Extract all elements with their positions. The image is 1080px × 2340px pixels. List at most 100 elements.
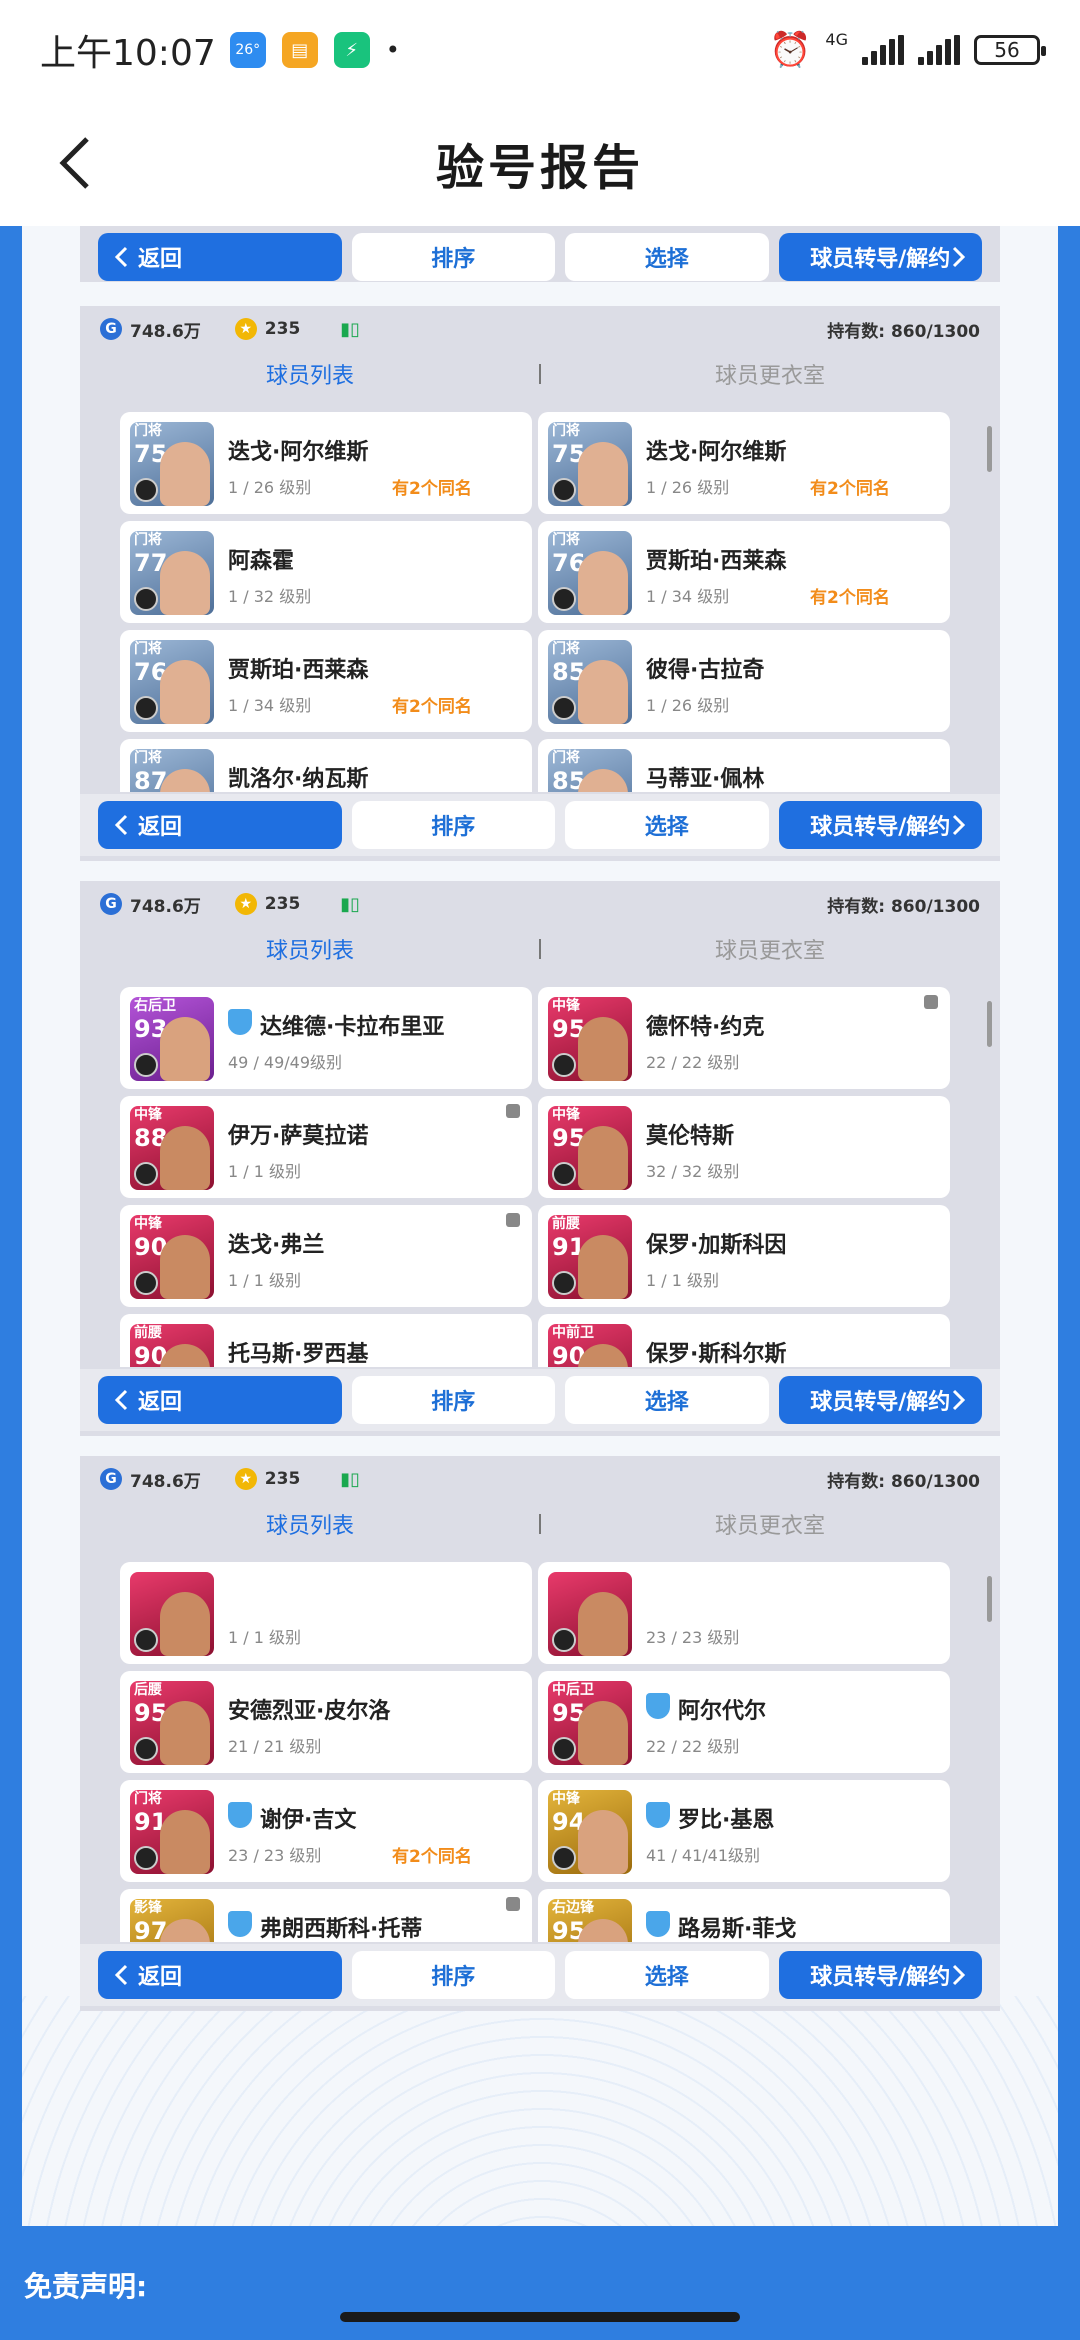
player-position: 右边锋 xyxy=(552,1900,594,1916)
player-position: 中锋 xyxy=(134,1107,162,1123)
player-portrait xyxy=(160,1592,210,1656)
tab-locker-room[interactable]: 球员更衣室 xyxy=(540,1508,1000,1540)
sort-button-1[interactable]: 排序 xyxy=(351,233,555,281)
transfer-button[interactable]: 球员转导/解约 xyxy=(778,1951,982,1999)
gp-icon: G xyxy=(100,1468,122,1490)
player-card[interactable]: 门将 76 贾斯珀·西莱森 1 / 34 级别 有2个同名 xyxy=(538,521,950,623)
chevron-left-icon xyxy=(59,137,89,189)
player-level: 49 / 49/49级别 xyxy=(228,1053,343,1072)
transfer-button[interactable]: 球员转导/解约 xyxy=(778,801,982,849)
player-card[interactable]: 门将 85 彼得·古拉奇 1 / 26 级别 xyxy=(538,630,950,732)
action-button-row: 返回 排序 选择 球员转导/解约 xyxy=(80,1944,1000,2006)
player-name: 弗朗西斯科·托蒂 xyxy=(260,1917,423,1942)
nav-bar: 验号报告 xyxy=(0,100,1080,226)
player-portrait xyxy=(578,442,628,506)
tab-player-list[interactable]: 球员列表 xyxy=(80,358,540,390)
player-name: 莫伦特斯 xyxy=(646,1124,735,1149)
player-card[interactable]: 中锋 95 莫伦特斯 32 / 32 级别 xyxy=(538,1096,950,1198)
sort-button[interactable]: 排序 xyxy=(351,1376,555,1424)
player-name: 迭戈·阿尔维斯 xyxy=(228,440,369,465)
player-card[interactable]: 前腰 90 托马斯·罗西基 xyxy=(120,1314,532,1367)
select-button[interactable]: 选择 xyxy=(565,801,769,849)
player-face: 前腰 90 xyxy=(130,1324,214,1367)
player-portrait xyxy=(160,769,210,792)
chevron-left-icon xyxy=(114,1389,128,1411)
player-card[interactable]: 门将 87 凯洛尔·纳瓦斯 xyxy=(120,739,532,792)
player-portrait xyxy=(578,769,628,792)
player-level: 1 / 26 级别 xyxy=(228,478,312,497)
player-level: 1 / 1 级别 xyxy=(228,1271,302,1290)
player-level: 23 / 23 级别 xyxy=(646,1628,740,1647)
player-card[interactable]: 中后卫 95 阿尔代尔 22 / 22 级别 xyxy=(538,1671,950,1773)
player-position: 中前卫 xyxy=(552,1325,594,1341)
player-card[interactable]: 1 / 1 级别 xyxy=(120,1562,532,1664)
select-button[interactable]: 选择 xyxy=(565,1951,769,1999)
notes-app-icon: ▤ xyxy=(281,32,318,68)
player-card[interactable]: 门将 75 迭戈·阿尔维斯 1 / 26 级别 有2个同名 xyxy=(538,412,950,514)
player-card[interactable]: 中锋 95 德怀特·约克 22 / 22 级别 xyxy=(538,987,950,1089)
sort-button[interactable]: 排序 xyxy=(351,801,555,849)
player-card[interactable]: 中前卫 90 保罗·斯科尔斯 xyxy=(538,1314,950,1367)
transfer-button-1[interactable]: 球员转导/解约 xyxy=(778,233,982,281)
select-button[interactable]: 选择 xyxy=(565,1376,769,1424)
player-card[interactable]: 右后卫 93 达维德·卡拉布里亚 49 / 49/49级别 xyxy=(120,987,532,1089)
player-card[interactable]: 中锋 94 罗比·基恩 41 / 41/41级别 xyxy=(538,1780,950,1882)
player-card[interactable]: 中锋 88 伊万·萨莫拉诺 1 / 1 级别 xyxy=(120,1096,532,1198)
list-scrollbar[interactable] xyxy=(987,1576,992,1622)
player-name: 托马斯·罗西基 xyxy=(228,1342,369,1367)
player-face xyxy=(130,1572,214,1656)
player-name: 达维德·卡拉布里亚 xyxy=(260,1015,445,1040)
tab-divider xyxy=(539,1514,541,1534)
player-name: 保罗·加斯科因 xyxy=(646,1233,787,1258)
player-card[interactable]: 门将 77 阿森霍 1 / 32 级别 xyxy=(120,521,532,623)
player-card[interactable]: 门将 76 贾斯珀·西莱森 1 / 34 级别 有2个同名 xyxy=(120,630,532,732)
player-portrait xyxy=(160,551,210,615)
player-card[interactable]: 中锋 90 迭戈·弗兰 1 / 1 级别 xyxy=(120,1205,532,1307)
select-button-1[interactable]: 选择 xyxy=(565,233,769,281)
player-grid: 1 / 1 级别 23 / 23 级别 后腰 95 安德烈亚·皮尔洛 21 / … xyxy=(120,1562,950,1942)
player-card[interactable]: 影锋 97 弗朗西斯科·托蒂 41 / 41/41级别 xyxy=(120,1889,532,1942)
verified-shield-icon xyxy=(646,1693,670,1719)
back-button[interactable] xyxy=(40,128,110,198)
card-type-badge-icon xyxy=(552,696,576,720)
player-face: 影锋 97 xyxy=(130,1899,214,1942)
back-button-1[interactable]: 返回 xyxy=(98,233,342,281)
tab-player-list[interactable]: 球员列表 xyxy=(80,933,540,965)
player-face: 中锋 95 xyxy=(548,1106,632,1190)
player-card[interactable]: 门将 75 迭戈·阿尔维斯 1 / 26 级别 有2个同名 xyxy=(120,412,532,514)
player-face: 门将 91 xyxy=(130,1790,214,1874)
player-portrait xyxy=(160,660,210,724)
player-level: 1 / 1 级别 xyxy=(228,1628,302,1647)
player-grid: 右后卫 93 达维德·卡拉布里亚 49 / 49/49级别 中锋 95 德怀特·… xyxy=(120,987,950,1367)
player-name: 贾斯珀·西莱森 xyxy=(646,549,787,574)
tab-locker-room[interactable]: 球员更衣室 xyxy=(540,933,1000,965)
player-card[interactable]: 右边锋 95 路易斯·菲戈 35 / 35/35级别 xyxy=(538,1889,950,1942)
connection-icon: ▮▯ xyxy=(340,318,361,340)
list-scrollbar[interactable] xyxy=(987,1001,992,1047)
player-face: 门将 75 xyxy=(130,422,214,506)
player-card[interactable]: 门将 85 马蒂亚·佩林 xyxy=(538,739,950,792)
player-card[interactable]: 后腰 95 安德烈亚·皮尔洛 21 / 21 级别 xyxy=(120,1671,532,1773)
chevron-right-icon xyxy=(952,814,966,836)
player-portrait xyxy=(578,1344,628,1367)
back-button[interactable]: 返回 xyxy=(98,801,342,849)
disclaimer-heading: 免责声明: xyxy=(24,2270,148,2303)
player-card[interactable]: 门将 91 谢伊·吉文 23 / 23 级别 有2个同名 xyxy=(120,1780,532,1882)
player-face: 中锋 95 xyxy=(548,997,632,1081)
back-button[interactable]: 返回 xyxy=(98,1951,342,1999)
list-scrollbar[interactable] xyxy=(987,426,992,472)
tab-locker-room[interactable]: 球员更衣室 xyxy=(540,358,1000,390)
coin-value: 235 xyxy=(264,1469,301,1489)
home-indicator[interactable] xyxy=(340,2312,740,2322)
tab-player-list[interactable]: 球员列表 xyxy=(80,1508,540,1540)
player-card[interactable]: 前腰 91 保罗·加斯科因 1 / 1 级别 xyxy=(538,1205,950,1307)
chevron-right-icon xyxy=(952,246,966,268)
sort-button[interactable]: 排序 xyxy=(351,1951,555,1999)
duplicate-note: 有2个同名 xyxy=(810,588,890,608)
panel-tabs: 球员列表 球员更衣室 xyxy=(80,354,1000,394)
back-button[interactable]: 返回 xyxy=(98,1376,342,1424)
transfer-button[interactable]: 球员转导/解约 xyxy=(778,1376,982,1424)
player-position: 中锋 xyxy=(134,1216,162,1232)
card-type-badge-icon xyxy=(134,1846,158,1870)
player-card[interactable]: 23 / 23 级别 xyxy=(538,1562,950,1664)
